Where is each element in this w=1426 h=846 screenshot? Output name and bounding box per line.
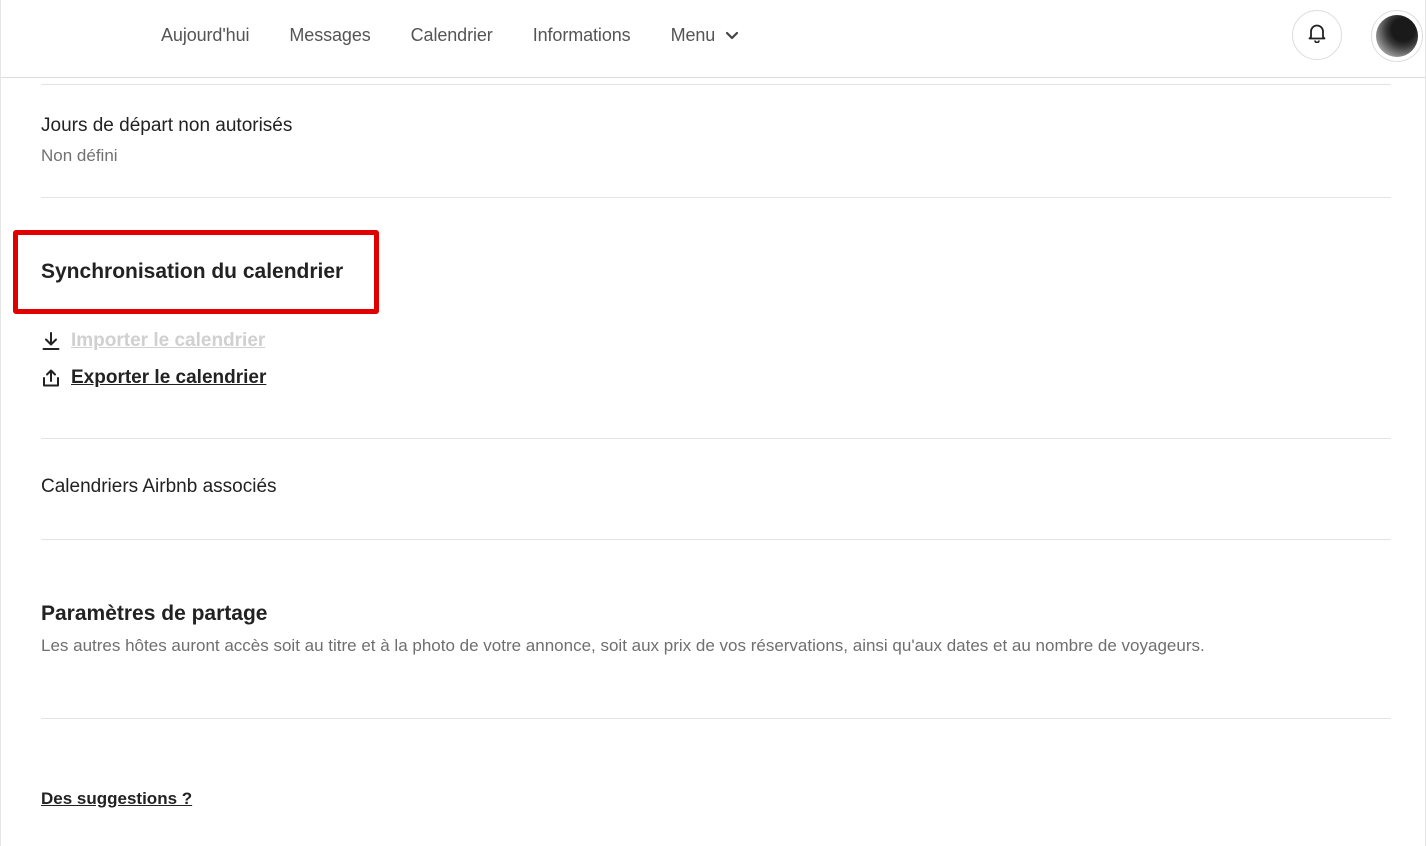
main-nav: Aujourd'hui Messages Calendrier Informat… xyxy=(161,0,779,70)
divider xyxy=(41,438,1391,439)
nav-today-label: Aujourd'hui xyxy=(161,24,250,45)
divider xyxy=(41,84,1391,85)
avatar xyxy=(1376,15,1418,57)
export-calendar-label: Exporter le calendrier xyxy=(71,367,267,388)
departure-days-title[interactable]: Jours de départ non autorisés xyxy=(41,115,292,137)
chevron-down-icon xyxy=(725,28,739,42)
top-navigation-bar: Aujourd'hui Messages Calendrier Informat… xyxy=(1,0,1425,78)
highlight-annotation xyxy=(13,230,379,314)
nav-calendar[interactable]: Calendrier xyxy=(411,25,493,46)
nav-today[interactable]: Aujourd'hui xyxy=(161,24,250,46)
sharing-settings-title: Paramètres de partage xyxy=(41,602,268,625)
departure-days-value: Non défini xyxy=(41,146,118,165)
nav-messages[interactable]: Messages xyxy=(289,25,370,46)
download-icon xyxy=(41,330,61,352)
nav-insights[interactable]: Informations xyxy=(533,25,631,46)
nav-messages-label: Messages xyxy=(289,24,371,45)
nav-menu[interactable]: Menu xyxy=(671,25,740,46)
export-calendar-link[interactable]: Exporter le calendrier xyxy=(41,367,266,389)
nav-menu-label: Menu xyxy=(670,24,716,45)
divider xyxy=(41,539,1391,540)
upload-icon xyxy=(41,367,61,389)
notifications-button[interactable] xyxy=(1292,10,1342,60)
nav-calendar-label: Calendrier xyxy=(410,24,493,45)
divider xyxy=(41,197,1391,198)
nav-insights-label: Informations xyxy=(532,24,631,45)
divider xyxy=(41,718,1391,719)
profile-button[interactable] xyxy=(1371,10,1423,62)
linked-calendars-title[interactable]: Calendriers Airbnb associés xyxy=(41,476,277,498)
sharing-settings-description: Les autres hôtes auront accès soit au ti… xyxy=(41,636,1205,655)
suggestions-link[interactable]: Des suggestions ? xyxy=(41,789,192,809)
bell-icon xyxy=(1308,23,1326,48)
page: Aujourd'hui Messages Calendrier Informat… xyxy=(0,0,1426,846)
import-calendar-label: Importer le calendrier xyxy=(71,330,266,351)
import-calendar-link[interactable]: Importer le calendrier xyxy=(41,330,265,352)
